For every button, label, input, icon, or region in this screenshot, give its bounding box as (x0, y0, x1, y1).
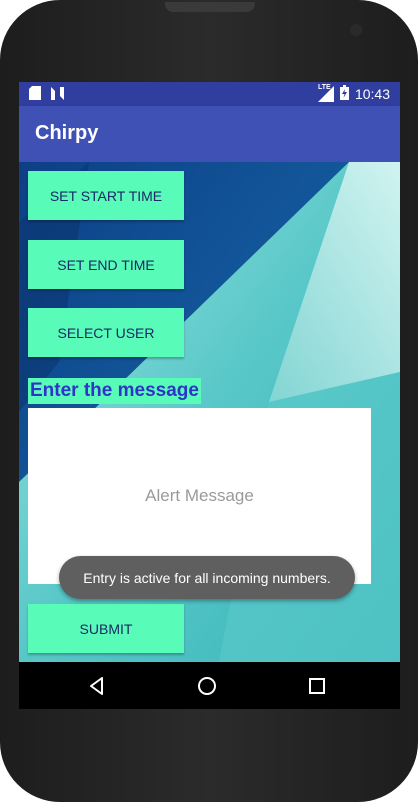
app-bar: Chirpy (19, 106, 400, 162)
sd-card-icon (29, 86, 41, 105)
lte-label: LTE (317, 84, 331, 91)
message-heading: Enter the message (28, 378, 201, 404)
set-start-time-button[interactable]: SET START TIME (28, 171, 184, 220)
submit-button[interactable]: SUBMIT (28, 604, 184, 653)
select-user-button[interactable]: SELECT USER (28, 308, 184, 357)
alert-message-placeholder: Alert Message (145, 486, 254, 505)
toast-notification: Entry is active for all incoming numbers… (59, 556, 355, 599)
navigation-bar (19, 662, 400, 709)
n-notification-icon (51, 86, 64, 105)
phone-frame: LTE 10:43 Chirpy SET START TIME SET END … (0, 0, 418, 802)
battery-icon (339, 85, 349, 103)
toast-text: Entry is active for all incoming numbers… (83, 569, 331, 586)
set-end-time-button[interactable]: SET END TIME (28, 240, 184, 289)
recents-icon[interactable] (303, 672, 331, 700)
device-screen: LTE 10:43 Chirpy SET START TIME SET END … (19, 82, 400, 709)
home-icon[interactable] (193, 672, 221, 700)
camera-icon (350, 24, 362, 36)
status-time: 10:43 (354, 86, 390, 102)
back-icon[interactable] (83, 672, 111, 700)
status-bar: LTE 10:43 (19, 82, 400, 106)
app-title: Chirpy (35, 122, 99, 144)
main-content: SET START TIME SET END TIME SELECT USER … (19, 162, 400, 662)
phone-speaker (165, 2, 255, 12)
lte-signal-icon: LTE (317, 84, 334, 102)
